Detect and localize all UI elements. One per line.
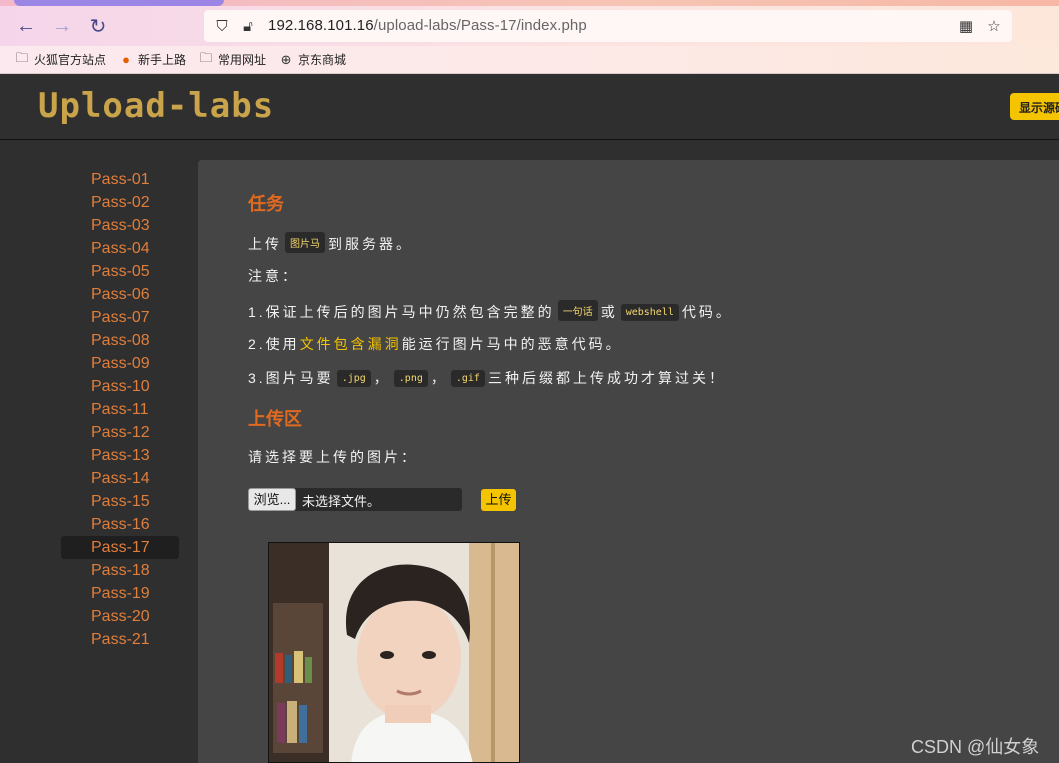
bookmark-label: 新手上路 [138,53,187,67]
bookmark-item[interactable]: 🗀︎ 常用网址 [198,49,267,71]
url-text[interactable]: 192.168.101.16/upload-labs/Pass-17/index… [268,17,587,34]
sidebar-item-pass-17[interactable]: Pass-17 [61,536,179,559]
forward-arrow-icon[interactable]: → [48,12,76,40]
bookmark-star-icon[interactable]: ☆ [984,16,1004,36]
task-line-1: 上传 图片马 到服务器。 [248,232,413,254]
sidebar-item-pass-15[interactable]: Pass-15 [61,490,179,513]
file-input[interactable]: 浏览... 未选择文件。 [248,488,462,511]
task-text: 或 [600,304,618,320]
browse-button[interactable]: 浏览... [248,488,296,511]
show-source-button[interactable]: 显示源码 [1010,93,1059,120]
reload-icon[interactable]: ↻ [84,12,112,40]
insecure-lock-icon[interactable]: 🔓︎ [238,16,258,36]
sidebar-item-pass-20[interactable]: Pass-20 [61,605,179,628]
code-chip: webshell [620,304,679,321]
uploaded-image-preview [268,542,520,763]
task-text: 2.使用 [248,336,300,352]
sidebar-item-pass-11[interactable]: Pass-11 [61,398,179,421]
upload-prompt: 请选择要上传的图片： [248,449,418,465]
csdn-watermark: CSDN @仙女象 [911,737,1040,757]
task-note: 注意： [248,268,299,284]
bookmarks-toolbar: 🗀︎ 火狐官方站点 ● 新手上路 🗀︎ 常用网址 ⊕ 京东商城 [0,46,1059,74]
sidebar-item-pass-07[interactable]: Pass-07 [61,306,179,329]
code-chip: .jpg [336,370,371,387]
sidebar-item-pass-13[interactable]: Pass-13 [61,444,179,467]
bookmark-item[interactable]: ⊕ 京东商城 [278,51,346,68]
qr-code-icon[interactable]: ▦ [956,16,976,36]
sidebar-item-pass-10[interactable]: Pass-10 [61,375,179,398]
folder-icon: 🗀︎ [15,49,29,65]
task-text: 代码。 [681,304,733,320]
back-arrow-icon[interactable]: ← [12,12,40,40]
code-chip: .png [393,370,428,387]
sidebar-item-pass-08[interactable]: Pass-08 [61,329,179,352]
bookmark-item[interactable]: 🗀︎ 火狐官方站点 [14,49,106,71]
sidebar-item-pass-18[interactable]: Pass-18 [61,559,179,582]
firefox-icon: ● [122,52,130,67]
file-status: 未选择文件。 [302,494,381,509]
bookmark-label: 京东商城 [298,53,347,67]
task-title: 任务 [248,194,284,214]
task-text: 三种后缀都上传成功才算过关！ [487,370,726,386]
sidebar-item-pass-12[interactable]: Pass-12 [61,421,179,444]
task-text: 能运行图片马中的恶意代码。 [401,336,623,352]
task-item-1: 1.保证上传后的图片马中仍然包含完整的 一句话或 webshell 代码。 [248,300,733,322]
sidebar-item-pass-19[interactable]: Pass-19 [61,582,179,605]
level-sidebar: Pass-01 Pass-02 Pass-03 Pass-04 Pass-05 Pass-… [0,141,198,763]
highlight-text: 文件包含漏洞 [299,336,402,352]
sidebar-item-pass-01[interactable]: Pass-01 [61,168,179,191]
task-text: ， [430,370,448,386]
site-logo[interactable]: Upload-labs [38,86,274,126]
task-item-2: 2.使用文件包含漏洞能运行图片马中的恶意代码。 [248,334,623,354]
upload-submit-button[interactable]: 上传 [481,489,516,511]
globe-icon: ⊕ [280,51,292,67]
task-text: 3.图片马要 [248,370,334,386]
sidebar-item-pass-02[interactable]: Pass-02 [61,191,179,214]
portrait-photo [269,543,519,762]
sidebar-item-pass-06[interactable]: Pass-06 [61,283,179,306]
browser-toolbar: ← → ↻ ⛉ 🔓︎ 192.168.101.16/upload-labs/Pa… [0,6,1059,46]
task-item-3: 3.图片马要 .jpg， .png， .gif 三种后缀都上传成功才算过关！ [248,368,726,388]
bookmark-item[interactable]: ● 新手上路 [118,51,186,68]
task-text: 1.保证上传后的图片马中仍然包含完整的 [248,304,555,320]
site-header: Upload-labs 显示源码 [0,74,1059,140]
main-content: 任务 上传 图片马 到服务器。 注意： 1.保证上传后的图片马中仍然包含完整的 一句话… [198,160,1059,763]
upload-title: 上传区 [248,409,302,429]
address-bar[interactable]: ⛉ 🔓︎ 192.168.101.16/upload-labs/Pass-17/… [204,10,1012,42]
code-chip: 图片马 [285,232,325,253]
folder-icon: 🗀︎ [199,49,213,65]
task-text: 到服务器。 [328,236,413,252]
sidebar-item-pass-04[interactable]: Pass-04 [61,237,179,260]
sidebar-item-pass-16[interactable]: Pass-16 [61,513,179,536]
url-path: /upload-labs/Pass-17/index.php [373,17,587,34]
shield-icon[interactable]: ⛉ [212,16,232,36]
code-chip: .gif [450,370,485,387]
sidebar-item-pass-21[interactable]: Pass-21 [61,628,179,651]
task-text: ， [373,370,391,386]
url-host: 192.168.101.16 [268,17,374,34]
sidebar-item-pass-03[interactable]: Pass-03 [61,214,179,237]
code-chip: 一句话 [557,300,598,321]
sidebar-item-pass-14[interactable]: Pass-14 [61,467,179,490]
sidebar-item-pass-09[interactable]: Pass-09 [61,352,179,375]
task-text: 上传 [248,236,282,252]
bookmark-label: 火狐官方站点 [34,53,107,67]
sidebar-item-pass-05[interactable]: Pass-05 [61,260,179,283]
bookmark-label: 常用网址 [218,53,267,67]
